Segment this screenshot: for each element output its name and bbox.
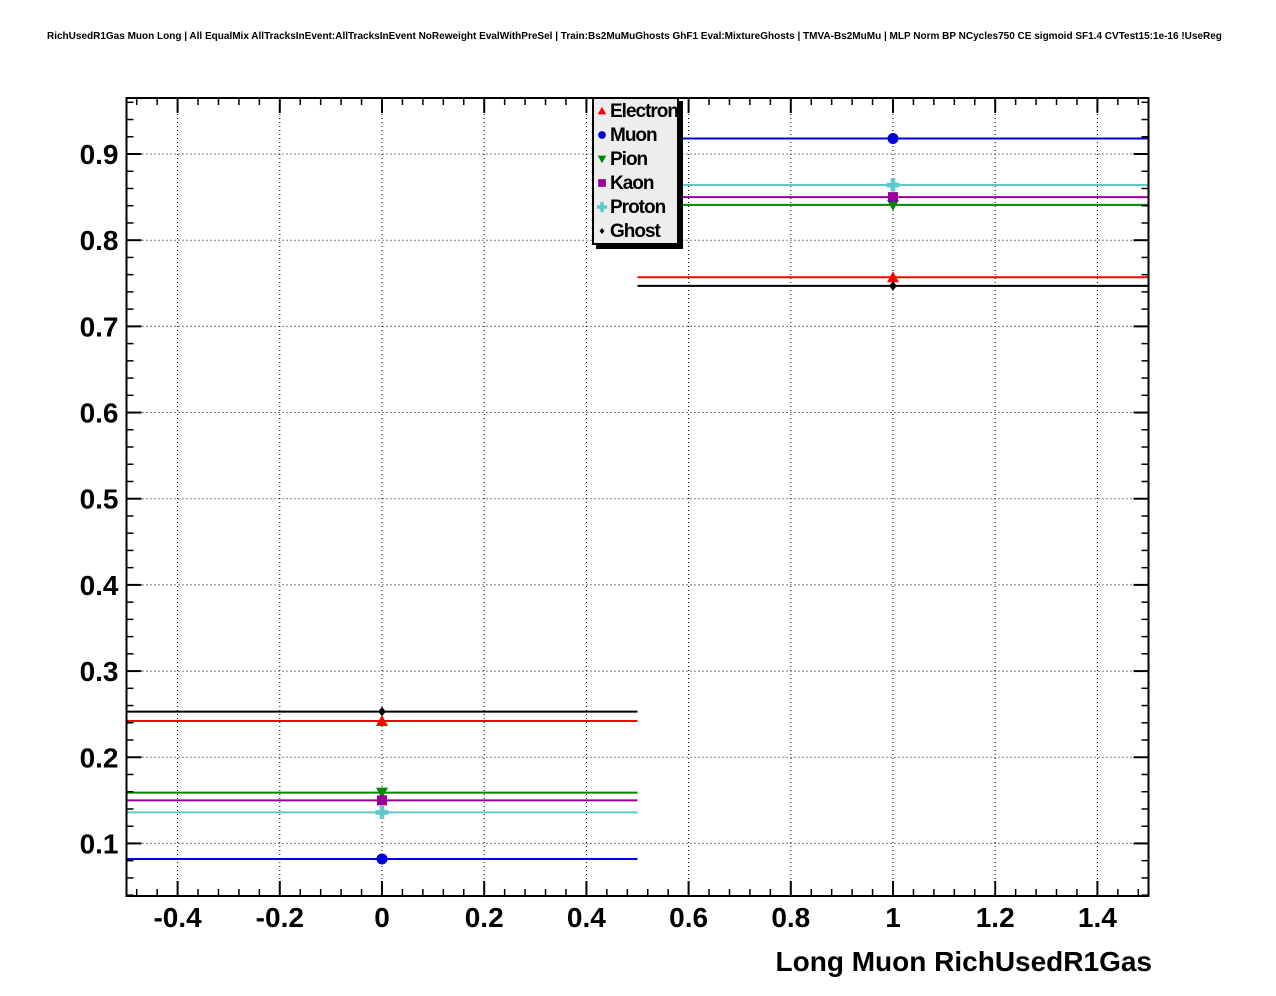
x-tick-label: 0.4 [567,902,606,933]
legend-label: Muon [610,126,657,145]
y-tick-label: 0.6 [80,398,119,429]
legend-entry-proton: Proton [594,195,677,219]
triangle-down-marker-icon [596,153,608,165]
y-tick-label: 0.3 [80,656,119,687]
y-tick-label: 0.8 [80,225,119,256]
y-tick-label: 0.4 [80,570,119,601]
x-tick-label: 1 [885,902,901,933]
x-tick-label: -0.2 [256,902,304,933]
legend-entry-ghost: Ghost [594,219,677,243]
y-tick-label: 0.2 [80,742,119,773]
root-canvas: RichUsedR1Gas Muon Long | All EqualMix A… [0,0,1276,996]
circle-marker-icon [596,129,608,141]
y-tick-label: 0.5 [80,484,119,515]
x-tick-label: 0.2 [465,902,504,933]
x-tick-label: 0.6 [669,902,708,933]
legend-entry-muon: Muon [594,123,677,147]
cross-marker-icon [596,201,608,213]
legend-label: Electron [610,102,678,121]
legend-entry-kaon: Kaon [594,171,677,195]
y-tick-label: 0.9 [80,139,119,170]
legend-box: Electron Muon Pion Kaon Proton Ghost [592,97,679,245]
legend-label: Proton [610,198,665,217]
x-tick-label: -0.4 [153,902,202,933]
y-tick-label: 0.7 [80,311,119,342]
x-tick-label: 0 [374,902,390,933]
x-tick-label: 1.4 [1078,902,1117,933]
legend-label: Pion [610,150,647,169]
triangle-up-marker-icon [596,105,608,117]
square-marker-icon [596,177,608,189]
diamond-marker-icon [596,225,608,237]
tick-labels: -0.4 -0.2 0 0.2 0.4 0.6 0.8 1 1.2 1.4 0.1 0.2 0.3 0.4… [80,139,1118,933]
legend-entry-pion: Pion [594,147,677,171]
x-axis-title: Long Muon RichUsedR1Gas [776,946,1152,978]
y-tick-label: 0.1 [80,828,119,859]
legend-entry-electron: Electron [594,99,677,123]
x-tick-label: 0.8 [771,902,810,933]
legend-label: Ghost [610,222,660,241]
legend-label: Kaon [610,174,654,193]
x-tick-label: 1.2 [976,902,1015,933]
